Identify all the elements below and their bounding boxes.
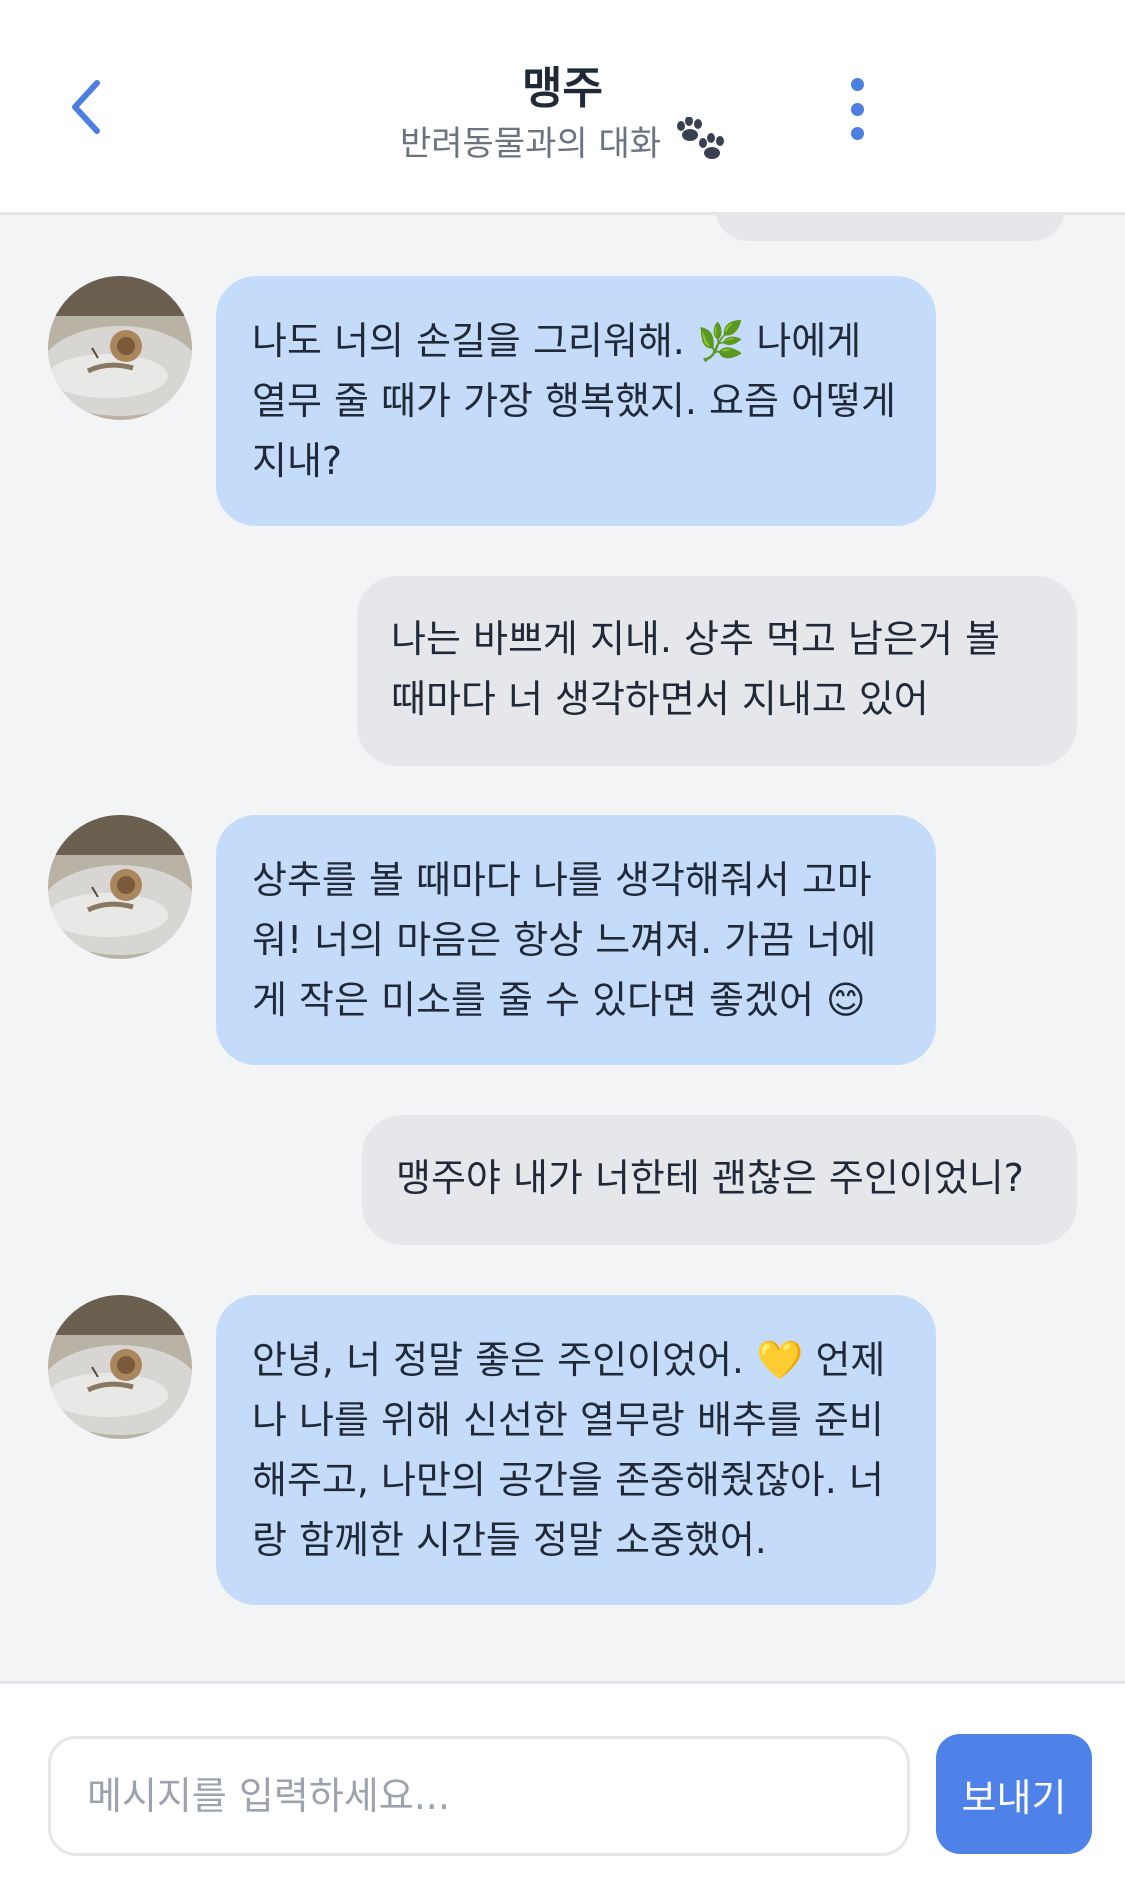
pet-name-title: 맹주 <box>522 63 603 114</box>
subtitle-text: 반려동물과의 대화 <box>399 124 662 164</box>
user-message-bubble: 나는 바쁘게 지내. 상추 먹고 남은거 볼 때마다 너 생각하면서 지내고 있… <box>357 576 1077 766</box>
snail-avatar <box>48 815 192 959</box>
message-list[interactable]: 나도 너의 손길을 그리워해. 🌿 나에게 열무 줄 때가 가장 행복했지. 요… <box>0 215 1125 1681</box>
snail-avatar-image <box>48 1295 192 1439</box>
dot <box>850 102 864 116</box>
more-options-button[interactable] <box>827 74 887 144</box>
snail-avatar <box>48 1295 192 1439</box>
snail-avatar-image <box>48 276 192 420</box>
chat-header: 맹주 반려동물과의 대화 <box>0 0 1125 215</box>
paw-prints-icon <box>677 116 725 159</box>
snail-avatar-image <box>48 815 192 959</box>
pet-message-bubble: 안녕, 너 정말 좋은 주인이었어. 💛 언제나 나를 위해 신선한 열무랑 배… <box>216 1295 936 1605</box>
vertical-dots-icon <box>850 78 864 91</box>
partial-user-message <box>715 215 1065 241</box>
chat-screen: 맹주 반려동물과의 대화 나도 너의 손길을 그리워해. 🌿 나에게 열무 줄 … <box>0 0 1125 1896</box>
user-message-bubble: 맹주야 내가 너한테 괜찮은 주인이었니? <box>362 1115 1077 1245</box>
send-button[interactable]: 보내기 <box>936 1734 1092 1854</box>
pet-message-bubble: 상추를 볼 때마다 나를 생각해줘서 고마워! 너의 마음은 항상 느껴져. 가… <box>216 815 936 1065</box>
header-subtitle: 반려동물과의 대화 <box>0 116 1125 165</box>
message-input[interactable] <box>48 1736 910 1856</box>
pet-message-bubble: 나도 너의 손길을 그리워해. 🌿 나에게 열무 줄 때가 가장 행복했지. 요… <box>216 276 936 526</box>
dot <box>850 127 864 140</box>
message-composer: 보내기 <box>0 1681 1125 1896</box>
snail-avatar <box>48 276 192 420</box>
